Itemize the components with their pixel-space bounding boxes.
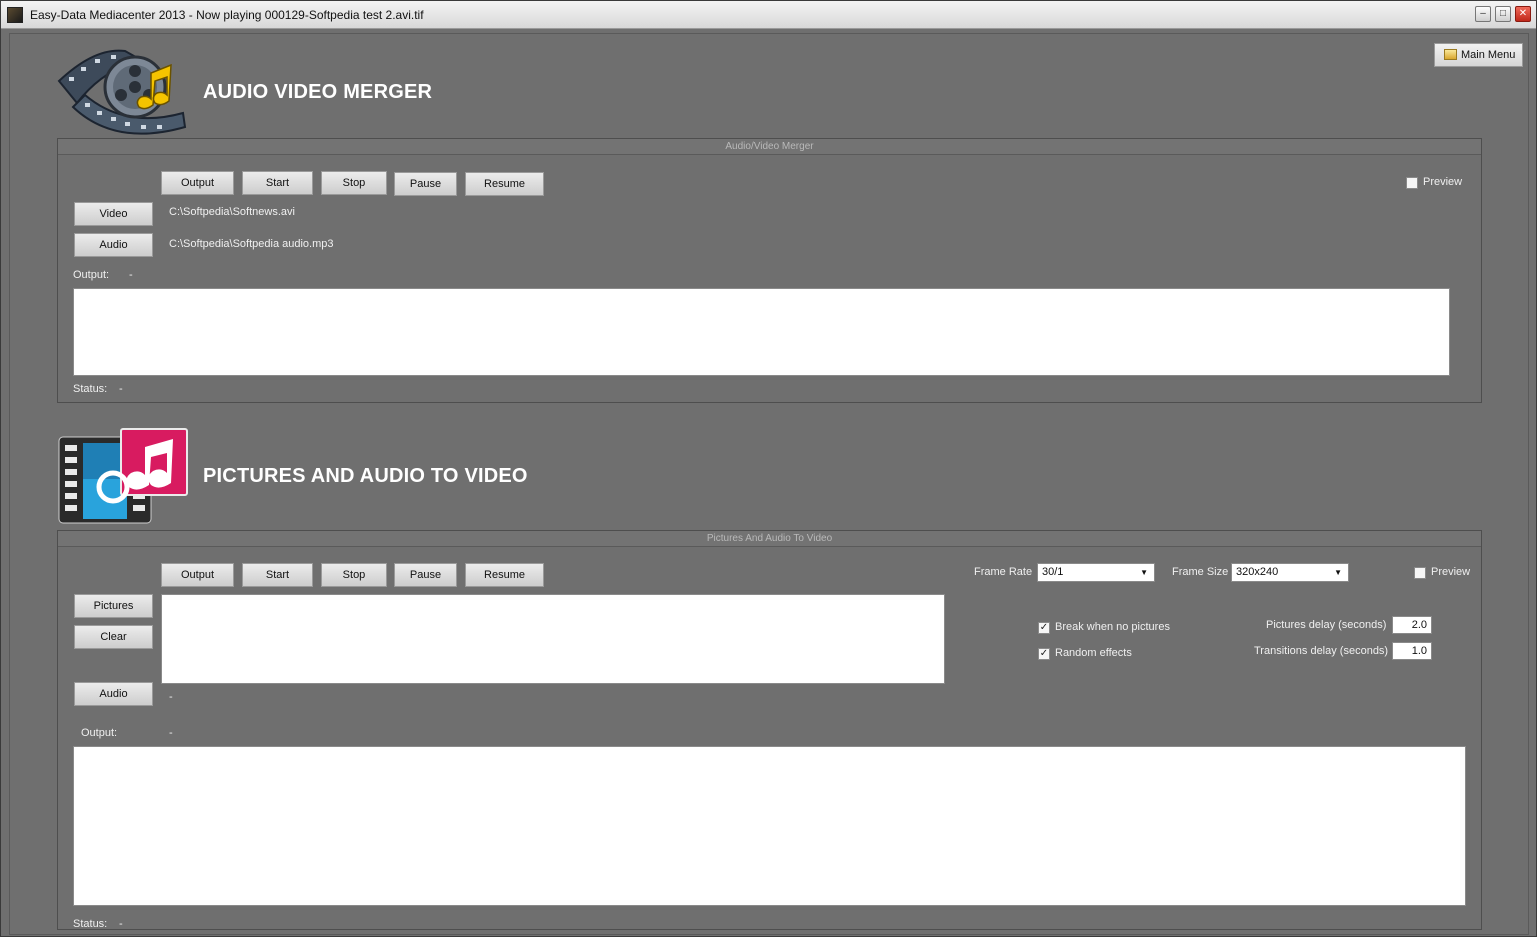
merger-start-button[interactable]: Start (242, 171, 313, 195)
pictures-log-area[interactable] (73, 746, 1466, 906)
application-window: Easy-Data Mediacenter 2013 - Now playing… (0, 0, 1537, 937)
pictures-output-label: Output: (81, 727, 118, 739)
merger-status-value: - (119, 383, 123, 395)
film-strip-music-note-icon (58, 428, 188, 524)
merger-video-path: C:\Softpedia\Softnews.avi (169, 206, 295, 218)
merger-output-label: Output: (73, 269, 110, 281)
random-effects-checkbox[interactable]: ✓ (1038, 648, 1050, 660)
close-button[interactable]: ✕ (1515, 6, 1531, 22)
film-reel-music-note-icon (57, 49, 187, 135)
merger-output-value: - (129, 269, 133, 281)
merger-resume-button[interactable]: Resume (465, 172, 544, 196)
merger-stop-button[interactable]: Stop (321, 171, 387, 195)
pictures-preview-checkbox[interactable] (1414, 567, 1426, 579)
pictures-preview-label: Preview (1431, 566, 1471, 578)
pictures-audio-value: - (169, 691, 173, 703)
title-bar: Easy-Data Mediacenter 2013 - Now playing… (1, 1, 1536, 29)
pictures-panel-header: Pictures And Audio To Video (58, 531, 1481, 547)
pictures-audio-button[interactable]: Audio (74, 682, 153, 706)
frame-size-select[interactable]: 320x240 ▼ (1231, 563, 1349, 582)
pictures-section-title: PICTURES AND AUDIO TO VIDEO (203, 465, 528, 487)
pictures-output-button[interactable]: Output (161, 563, 234, 587)
break-when-no-pictures-label: Break when no pictures (1055, 621, 1170, 633)
merger-preview-checkbox[interactable] (1406, 177, 1418, 189)
transitions-delay-label: Transitions delay (seconds) (1254, 645, 1389, 657)
window-title: Easy-Data Mediacenter 2013 - Now playing… (30, 8, 424, 22)
merger-panel-header: Audio/Video Merger (58, 139, 1481, 155)
frame-rate-value: 30/1 (1042, 566, 1064, 578)
frame-rate-select[interactable]: 30/1 ▼ (1037, 563, 1155, 582)
merger-log-area[interactable] (73, 288, 1450, 376)
pictures-status-label: Status: (73, 918, 108, 930)
break-when-no-pictures-checkbox[interactable]: ✓ (1038, 622, 1050, 634)
app-icon[interactable] (7, 7, 23, 23)
pictures-button[interactable]: Pictures (74, 594, 153, 618)
frame-size-value: 320x240 (1236, 566, 1279, 578)
main-menu-button[interactable]: Main Menu (1434, 43, 1523, 67)
merger-audio-path: C:\Softpedia\Softpedia audio.mp3 (169, 238, 334, 250)
pictures-start-button[interactable]: Start (242, 563, 313, 587)
pictures-list[interactable] (161, 594, 945, 684)
merger-video-button[interactable]: Video (74, 202, 153, 226)
chevron-down-icon: ▼ (1140, 568, 1148, 577)
frame-rate-label: Frame Rate (974, 566, 1033, 578)
pictures-resume-button[interactable]: Resume (465, 563, 544, 587)
pictures-pause-button[interactable]: Pause (394, 563, 457, 587)
merger-section-title: AUDIO VIDEO MERGER (203, 81, 433, 103)
pictures-status-value: - (119, 918, 123, 930)
main-menu-label: Main Menu (1461, 49, 1516, 61)
minimize-button[interactable]: – (1475, 6, 1491, 22)
pictures-stop-button[interactable]: Stop (321, 563, 387, 587)
merger-pause-button[interactable]: Pause (394, 172, 457, 196)
transitions-delay-input[interactable]: 1.0 (1392, 642, 1432, 660)
merger-audio-button[interactable]: Audio (74, 233, 153, 257)
chevron-down-icon: ▼ (1334, 568, 1342, 577)
maximize-button[interactable]: □ (1495, 6, 1511, 22)
random-effects-label: Random effects (1055, 647, 1132, 659)
pictures-delay-input[interactable]: 2.0 (1392, 616, 1432, 634)
pictures-delay-label: Pictures delay (seconds) (1266, 619, 1387, 631)
frame-size-label: Frame Size (1172, 566, 1229, 578)
merger-status-label: Status: (73, 383, 108, 395)
folder-icon (1444, 49, 1457, 60)
merger-preview-label: Preview (1423, 176, 1463, 188)
merger-output-button[interactable]: Output (161, 171, 234, 195)
clear-button[interactable]: Clear (74, 625, 153, 649)
pictures-output-value: - (169, 727, 173, 739)
